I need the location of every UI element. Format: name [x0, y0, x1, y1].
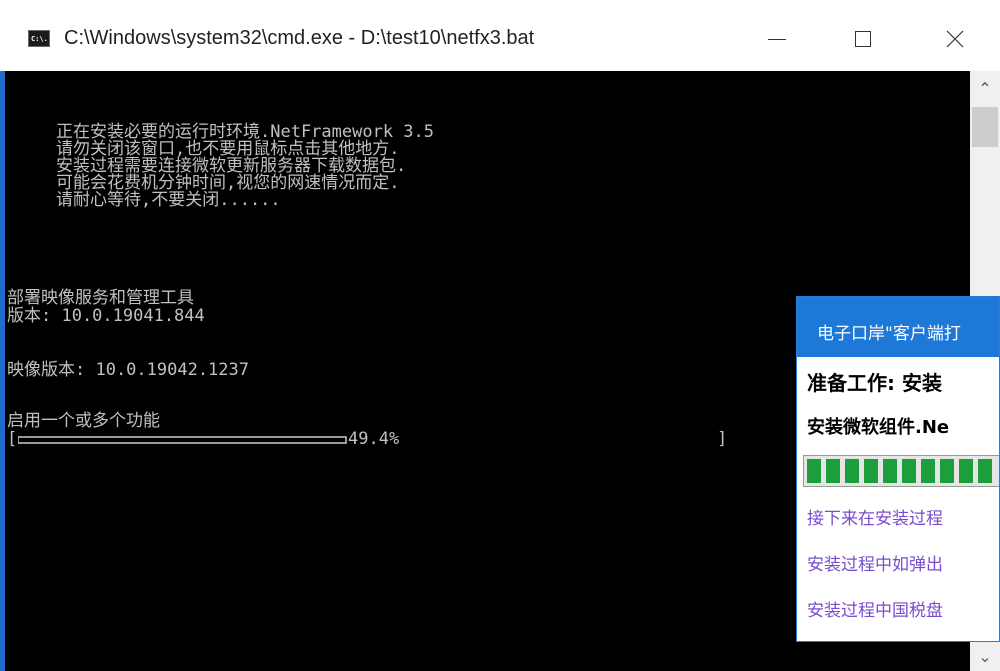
- chevron-down-icon: ⌄: [978, 646, 992, 666]
- console-tool-version: 版本: 10.0.19041.844: [7, 306, 205, 326]
- window-title: C:\Windows\system32\cmd.exe - D:\test10\…: [64, 27, 535, 49]
- progress-segment: [959, 459, 973, 483]
- console-line: 请耐心等待,不要关闭......: [56, 190, 281, 210]
- console-tool-name: 部署映像服务和管理工具: [7, 288, 194, 308]
- popup-title: 电子口岸"客户端打: [817, 324, 961, 344]
- popup-heading: 准备工作: 安装: [807, 371, 942, 395]
- console-progress-close: ]: [717, 429, 728, 449]
- console-enable-features: 启用一个或多个功能: [7, 411, 160, 431]
- progress-segment: [826, 459, 840, 483]
- maximize-icon: [855, 31, 871, 47]
- popup-progress-bar: [803, 455, 999, 487]
- title-bar: C:\. C:\Windows\system32\cmd.exe - D:\te…: [0, 0, 1000, 78]
- popup-link[interactable]: 安装过程中如弹出: [807, 550, 943, 575]
- cmd-app-icon[interactable]: C:\.: [28, 30, 50, 47]
- progress-segment: [921, 459, 935, 483]
- popup-link[interactable]: 安装过程中国税盘: [807, 596, 943, 621]
- close-icon: [946, 30, 964, 48]
- console-progress-percent: 49.4%: [348, 429, 400, 449]
- console-image-version: 映像版本: 10.0.19042.1237: [7, 360, 249, 380]
- console-progress-open: [: [7, 429, 18, 449]
- progress-segment: [845, 459, 859, 483]
- scroll-up-button[interactable]: ⌃: [970, 71, 1000, 105]
- minimize-button[interactable]: [748, 18, 806, 60]
- close-button[interactable]: [926, 18, 984, 60]
- minimize-icon: [768, 38, 786, 40]
- chevron-up-icon: ⌃: [978, 78, 992, 98]
- scrollbar-thumb[interactable]: [972, 107, 998, 147]
- scroll-down-button[interactable]: ⌄: [970, 641, 1000, 671]
- cmd-icon-text: C:\.: [31, 35, 48, 43]
- console-progress-fill: [18, 436, 347, 444]
- progress-segment: [864, 459, 878, 483]
- console-progress-bar: [18, 436, 347, 444]
- popup-link[interactable]: 接下来在安装过程: [807, 504, 943, 529]
- popup-title-bar: 电子口岸"客户端打: [797, 297, 999, 357]
- progress-segment: [902, 459, 916, 483]
- progress-segment: [883, 459, 897, 483]
- installer-popup[interactable]: 电子口岸"客户端打 准备工作: 安装 安装微软组件.Ne 接下来在安装过程 安装…: [796, 296, 1000, 642]
- maximize-button[interactable]: [834, 18, 892, 60]
- progress-segment: [807, 459, 821, 483]
- progress-segment: [940, 459, 954, 483]
- popup-subheading: 安装微软组件.Ne: [807, 417, 950, 438]
- progress-segment: [978, 459, 992, 483]
